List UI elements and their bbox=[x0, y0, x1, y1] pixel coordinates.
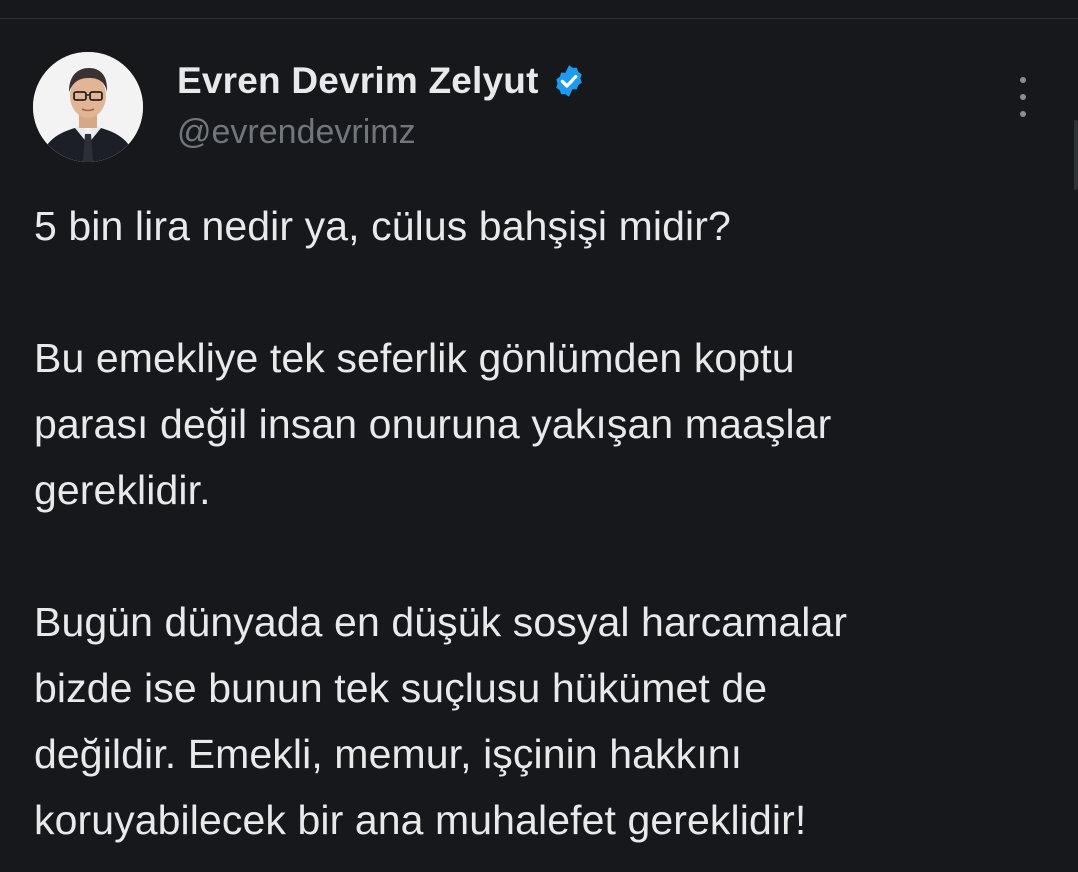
verified-badge-icon bbox=[551, 63, 587, 99]
tweet: Evren Devrim Zelyut @evrendevrimz 5 bin … bbox=[0, 19, 1078, 872]
paragraph-break bbox=[34, 259, 1064, 325]
more-dot bbox=[1020, 77, 1026, 83]
author-avatar[interactable] bbox=[33, 52, 143, 162]
tweet-text-line: parası değil insan onuruna yakışan maaşl… bbox=[34, 401, 832, 447]
avatar-photo bbox=[33, 52, 143, 162]
tweet-text: 5 bin lira nedir ya, cülus bahşişi midir… bbox=[34, 193, 1064, 853]
more-options-icon[interactable] bbox=[1005, 77, 1041, 117]
tweet-text-line: 5 bin lira nedir ya, cülus bahşişi midir… bbox=[34, 203, 731, 249]
tweet-header: Evren Devrim Zelyut @evrendevrimz bbox=[177, 59, 587, 152]
more-dot bbox=[1020, 94, 1026, 100]
tweet-text-line: bizde ise bunun tek suçlusu hükümet de bbox=[34, 665, 768, 711]
tweet-text-line: gereklidir. bbox=[34, 467, 211, 513]
tweet-text-line: Bugün dünyada en düşük sosyal harcamalar bbox=[34, 599, 848, 645]
author-display-name[interactable]: Evren Devrim Zelyut bbox=[177, 60, 539, 102]
author-name-row: Evren Devrim Zelyut bbox=[177, 59, 587, 103]
tweet-text-line: koruyabilecek bir ana muhalefet gereklid… bbox=[34, 797, 807, 843]
tweet-text-line: değildir. Emekli, memur, işçinin hakkını bbox=[34, 731, 743, 777]
paragraph-break bbox=[34, 523, 1064, 589]
tweet-text-line: Bu emekliye tek seferlik gönlümden koptu bbox=[34, 335, 795, 381]
author-handle[interactable]: @evrendevrimz bbox=[177, 113, 587, 152]
more-dot bbox=[1020, 111, 1026, 117]
